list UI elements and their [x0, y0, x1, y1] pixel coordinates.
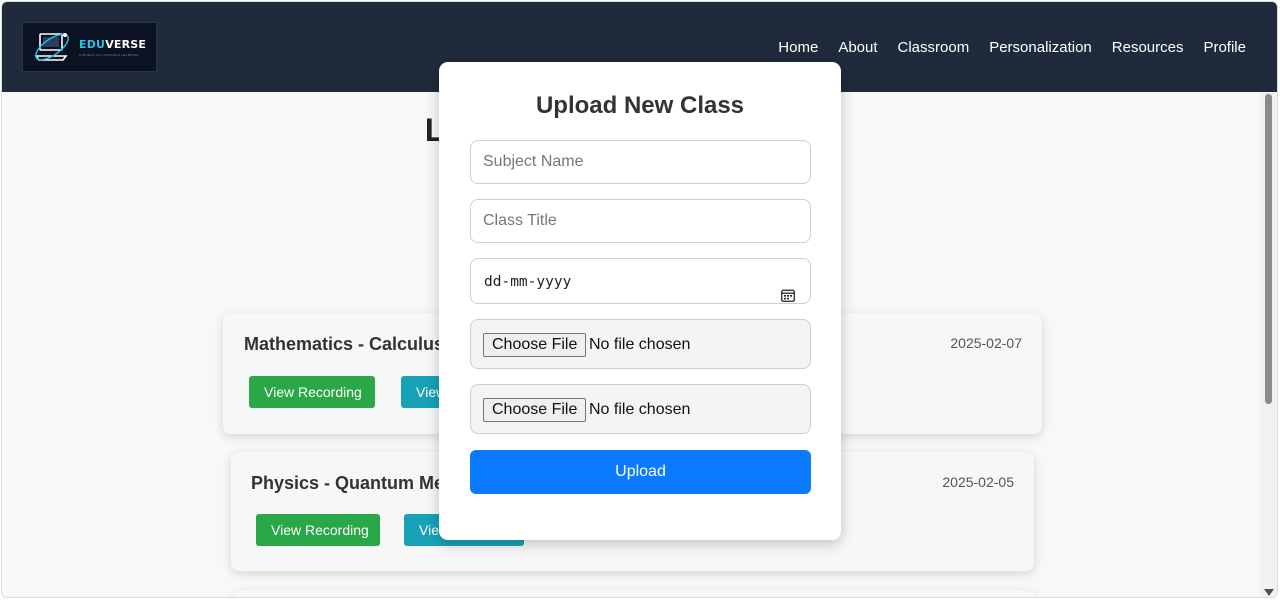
nav-link-about[interactable]: About: [838, 38, 877, 58]
choose-file-button[interactable]: Choose File: [483, 333, 587, 357]
nav-link-profile[interactable]: Profile: [1203, 38, 1246, 58]
nav-link-home[interactable]: Home: [778, 38, 818, 58]
class-card: [233, 590, 1034, 597]
view-recording-button[interactable]: View Recording: [249, 376, 375, 408]
file-status-text: No file chosen: [589, 336, 691, 353]
class-date-input[interactable]: dd-mm-yyyy: [470, 258, 811, 304]
browser-viewport: EDUVERSE A WORLD OF LIMITLESS LEARNING H…: [1, 1, 1278, 598]
nav-link-personalization[interactable]: Personalization: [989, 38, 1092, 58]
class-title: Mathematics - Calculus: [244, 334, 445, 354]
calendar-icon[interactable]: [781, 275, 795, 302]
nav-link-classroom[interactable]: Classroom: [898, 38, 970, 58]
view-recording-button[interactable]: View Recording: [256, 514, 380, 546]
scroll-down-arrow-icon[interactable]: [1264, 589, 1274, 596]
page-scrollbar[interactable]: [1260, 92, 1277, 597]
laptop-logo-icon: [31, 25, 75, 69]
subject-name-input[interactable]: Subject Name: [470, 140, 811, 184]
scrollbar-thumb[interactable]: [1265, 94, 1272, 404]
logo-wordmark-verse: VERSE: [105, 37, 147, 51]
upload-button[interactable]: Upload: [470, 450, 811, 494]
modal-title: Upload New Class: [535, 92, 745, 119]
class-title-input[interactable]: Class Title: [470, 199, 811, 243]
upload-class-modal: Upload New Class Subject Name Class Titl…: [439, 62, 841, 540]
logo-wordmark: EDUVERSE: [79, 38, 146, 51]
class-date: 2025-02-05: [942, 474, 1014, 490]
logo-tagline: A WORLD OF LIMITLESS LEARNING: [79, 52, 139, 57]
file-upload-field: Choose File No file chosen: [470, 384, 811, 434]
choose-file-button[interactable]: Choose File: [483, 398, 587, 422]
nav-menu: Home About Classroom Personalization Res…: [758, 38, 1246, 58]
eduverse-logo[interactable]: EDUVERSE A WORLD OF LIMITLESS LEARNING: [22, 22, 157, 72]
file-status-text: No file chosen: [589, 401, 691, 418]
class-date: 2025-02-07: [950, 335, 1022, 351]
date-placeholder: dd-mm-yyyy: [484, 274, 572, 290]
file-upload-field: Choose File No file chosen: [470, 319, 811, 369]
nav-link-resources[interactable]: Resources: [1112, 38, 1184, 58]
logo-wordmark-edu: EDU: [79, 37, 106, 51]
